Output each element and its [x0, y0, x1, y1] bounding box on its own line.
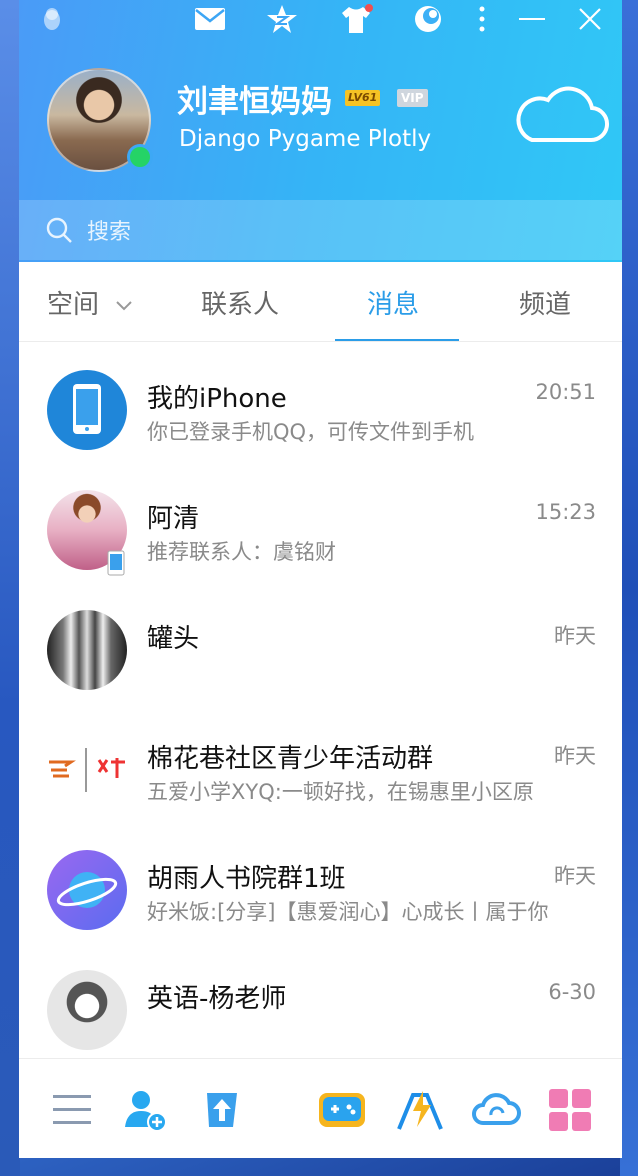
- list-item[interactable]: 阿清 推荐联系人：虞铭财 15:23: [19, 462, 622, 582]
- qq-penguin-icon[interactable]: [35, 4, 69, 34]
- qq-main-window: 刘聿恒妈妈 LV61 VIP Django Pygame Plotly 搜索 空…: [19, 0, 622, 1158]
- upload-icon[interactable]: [199, 1087, 245, 1133]
- list-item[interactable]: 罐头 昨天: [19, 582, 622, 702]
- mobile-online-icon: [107, 550, 125, 576]
- conversation-time: 15:23: [535, 500, 596, 524]
- conversation-time: 昨天: [554, 864, 596, 888]
- conversation-name: 罐头: [147, 624, 200, 654]
- conversation-time: 昨天: [554, 744, 596, 768]
- list-item[interactable]: 我的iPhone 你已登录手机QQ，可传文件到手机 20:51: [19, 342, 622, 462]
- phone-device-icon: [47, 370, 127, 450]
- planet-group-avatar: [47, 850, 127, 930]
- conversation-preview: 推荐联系人：虞铭财: [147, 540, 336, 564]
- list-item[interactable]: 棉花巷社区青少年活动群 五爱小学XYQ:一顿好找，在锡惠里小区原 昨天: [19, 702, 622, 822]
- conversation-time: 6-30: [548, 980, 596, 1004]
- tab-label: 空间: [47, 290, 100, 320]
- list-item[interactable]: 胡雨人书院群1班 好米饭:[分享]【惠爱润心】心成长丨属于你 昨天: [19, 822, 622, 942]
- menu-icon[interactable]: [49, 1087, 95, 1133]
- conversation-preview: 好米饭:[分享]【惠爱润心】心成长丨属于你: [147, 900, 549, 924]
- user-nickname[interactable]: 刘聿恒妈妈: [177, 76, 332, 121]
- main-tabs: 空间 联系人 消息 频道: [19, 262, 622, 342]
- group-avatar: [47, 730, 127, 810]
- search-icon: [46, 217, 72, 243]
- qq-flash-icon[interactable]: [395, 1087, 443, 1133]
- contact-avatar: [47, 970, 127, 1050]
- weather-cloud-icon[interactable]: [512, 82, 610, 144]
- conversation-name: 英语-杨老师: [147, 984, 287, 1014]
- weiyun-icon[interactable]: [471, 1087, 521, 1133]
- skin-shirt-icon[interactable]: [339, 4, 373, 34]
- close-icon[interactable]: [573, 4, 607, 34]
- contact-avatar: [47, 610, 127, 690]
- title-bar: [19, 0, 622, 40]
- conversation-preview: 你已登录手机QQ，可传文件到手机: [147, 420, 475, 444]
- user-signature[interactable]: Django Pygame Plotly: [179, 126, 431, 152]
- theme-icon[interactable]: [411, 4, 445, 34]
- conversation-time: 20:51: [535, 380, 596, 404]
- user-avatar[interactable]: [47, 68, 153, 172]
- conversation-name: 我的iPhone: [147, 384, 287, 414]
- search-bar[interactable]: 搜索: [19, 200, 622, 260]
- conversation-name: 棉花巷社区青少年活动群: [147, 744, 434, 774]
- minimize-icon[interactable]: [515, 4, 549, 34]
- conversation-preview: 五爱小学XYQ:一顿好找，在锡惠里小区原: [147, 780, 534, 804]
- online-status-icon: [127, 144, 153, 170]
- mail-icon[interactable]: [193, 4, 227, 34]
- search-placeholder: 搜索: [87, 220, 132, 245]
- add-friend-icon[interactable]: [123, 1087, 169, 1133]
- conversation-name: 阿清: [147, 504, 200, 534]
- tab-space[interactable]: 空间: [47, 284, 133, 321]
- profile-header: 刘聿恒妈妈 LV61 VIP Django Pygame Plotly 搜索: [19, 0, 622, 262]
- tab-messages[interactable]: 消息: [367, 284, 419, 321]
- bottom-toolbar: [19, 1058, 622, 1158]
- desktop-background-right: [620, 0, 638, 1176]
- apps-grid-icon[interactable]: [547, 1087, 593, 1133]
- active-tab-indicator: [335, 339, 459, 341]
- conversation-time: 昨天: [554, 624, 596, 648]
- level-badge[interactable]: LV61: [345, 90, 381, 106]
- vip-badge[interactable]: VIP: [397, 89, 428, 107]
- list-item[interactable]: 英语-杨老师 6-30: [19, 942, 622, 1062]
- desktop-background-left: [0, 0, 20, 1176]
- tab-channels[interactable]: 频道: [519, 284, 571, 321]
- chevron-down-icon: [116, 300, 132, 310]
- more-icon[interactable]: [465, 4, 499, 34]
- qzone-star-icon[interactable]: [265, 4, 299, 34]
- tab-contacts[interactable]: 联系人: [201, 284, 279, 321]
- game-center-icon[interactable]: [317, 1087, 365, 1133]
- conversation-name: 胡雨人书院群1班: [147, 864, 346, 894]
